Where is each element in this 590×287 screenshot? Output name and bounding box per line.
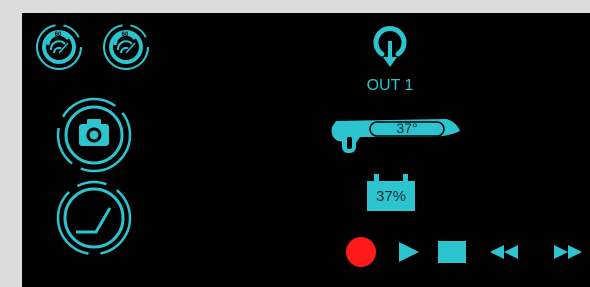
play-button[interactable] bbox=[395, 238, 423, 266]
sensor-badge: 60 bbox=[54, 32, 62, 38]
power-output-icon bbox=[373, 26, 407, 67]
sensor-badge: 60 bbox=[121, 32, 129, 38]
angle-gauge-button[interactable] bbox=[52, 178, 136, 258]
fast-forward-button[interactable] bbox=[550, 242, 584, 262]
battery-level: 37% bbox=[375, 188, 407, 205]
camera-icon bbox=[56, 97, 132, 173]
camera-button[interactable] bbox=[52, 95, 136, 175]
record-button[interactable] bbox=[345, 236, 377, 268]
sensor-button-1[interactable]: 60 bbox=[35, 23, 83, 71]
fast-forward-icon bbox=[554, 245, 582, 259]
record-icon bbox=[346, 237, 376, 267]
speed-gauge-icon bbox=[36, 24, 82, 70]
angle-gauge-icon bbox=[56, 180, 132, 256]
device-screen: 60 60 OUT 1 37° 37% bbox=[22, 13, 590, 287]
output-label: OUT 1 bbox=[366, 77, 414, 94]
probe-indicator: 37° bbox=[328, 113, 462, 163]
output-power-button[interactable] bbox=[366, 21, 414, 77]
probe-temperature: 37° bbox=[396, 120, 418, 136]
speed-gauge-icon bbox=[103, 24, 149, 70]
rewind-button[interactable] bbox=[488, 242, 522, 262]
stop-icon bbox=[438, 241, 466, 263]
rewind-icon bbox=[490, 245, 518, 259]
stop-button[interactable] bbox=[437, 239, 467, 265]
play-icon bbox=[399, 242, 419, 262]
sensor-button-2[interactable]: 60 bbox=[102, 23, 150, 71]
battery-indicator: 37% bbox=[362, 171, 420, 215]
